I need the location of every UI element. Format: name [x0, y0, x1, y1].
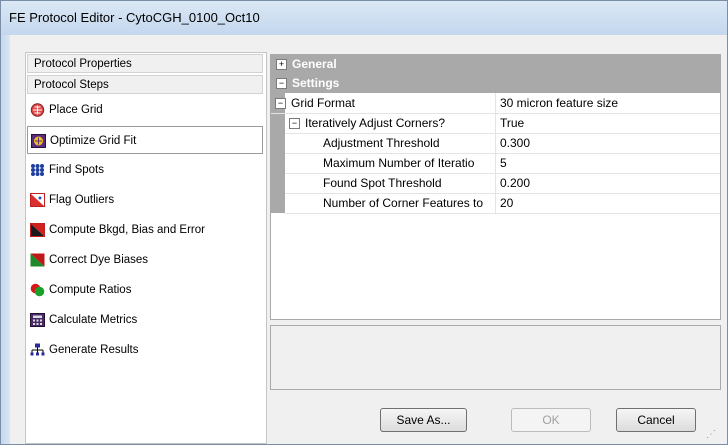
cancel-button[interactable]: Cancel: [616, 408, 696, 432]
property-name: Found Spot Threshold: [323, 176, 442, 190]
property-value[interactable]: 20: [495, 193, 721, 213]
expand-plus-icon[interactable]: +: [276, 59, 287, 71]
place-grid-icon: [30, 103, 45, 117]
correct-dye-biases-icon: [30, 253, 45, 267]
calculate-metrics-icon: [30, 313, 45, 327]
resize-grip-icon[interactable]: ⋰: [706, 429, 716, 440]
protocol-editor-window: FE Protocol Editor - CytoCGH_0100_Oct10 …: [0, 0, 728, 445]
protocol-navigation-panel: Protocol Properties Protocol Steps Place…: [25, 52, 267, 444]
client-area: Protocol Properties Protocol Steps Place…: [10, 35, 721, 444]
protocol-steps-button[interactable]: Protocol Steps: [27, 75, 263, 94]
step-label: Generate Results: [49, 344, 139, 356]
property-row-found-spot-threshold[interactable]: Found Spot Threshold 0.200: [285, 173, 720, 194]
property-name: − Grid Format: [275, 93, 355, 113]
step-label: Optimize Grid Fit: [50, 135, 137, 147]
step-label: Flag Outliers: [49, 194, 115, 206]
find-spots-icon: [31, 164, 44, 176]
title-bar[interactable]: FE Protocol Editor - CytoCGH_0100_Oct10: [1, 1, 727, 36]
generate-results-icon: [30, 343, 45, 356]
compute-ratios-icon: [30, 283, 45, 297]
window-title: FE Protocol Editor - CytoCGH_0100_Oct10: [9, 10, 260, 25]
property-name: Maximum Number of Iteratio: [323, 156, 475, 170]
step-calculate-metrics[interactable]: Calculate Metrics: [27, 306, 263, 334]
step-label: Place Grid: [49, 104, 103, 116]
property-name: Number of Corner Features to: [323, 196, 484, 210]
save-as-button[interactable]: Save As...: [380, 408, 467, 432]
property-row-adjustment-threshold[interactable]: Adjustment Threshold 0.300: [285, 133, 720, 154]
property-value[interactable]: True: [495, 113, 721, 133]
property-name: Adjustment Threshold: [323, 136, 440, 150]
step-optimize-grid-fit[interactable]: Optimize Grid Fit: [27, 126, 263, 154]
property-value[interactable]: 0.200: [495, 173, 721, 193]
category-label: General: [292, 57, 337, 71]
property-value[interactable]: 30 micron feature size: [495, 93, 721, 113]
property-value[interactable]: 0.300: [495, 133, 721, 153]
compute-bkgd-icon: [30, 223, 45, 237]
step-label: Correct Dye Biases: [49, 254, 149, 266]
collapse-minus-icon[interactable]: −: [289, 118, 300, 130]
window-frame-left: [1, 35, 10, 444]
property-grid: + General − Settings − Grid Format 30 micro…: [270, 54, 721, 320]
category-general[interactable]: + General: [271, 55, 720, 74]
property-description-pane: [270, 325, 721, 390]
step-label: Calculate Metrics: [49, 314, 138, 326]
flag-outliers-icon: [30, 193, 45, 207]
step-find-spots[interactable]: Find Spots: [27, 156, 263, 184]
step-label: Find Spots: [49, 164, 104, 176]
property-row-grid-format[interactable]: − Grid Format 30 micron feature size: [271, 93, 720, 114]
property-value[interactable]: 5: [495, 153, 721, 173]
collapse-minus-icon[interactable]: −: [276, 78, 287, 90]
step-label: Compute Bkgd, Bias and Error: [49, 224, 205, 236]
step-correct-dye-biases[interactable]: Correct Dye Biases: [27, 246, 263, 274]
step-compute-ratios[interactable]: Compute Ratios: [27, 276, 263, 304]
protocol-properties-button[interactable]: Protocol Properties: [27, 54, 263, 73]
property-row-iteratively-adjust[interactable]: − Iteratively Adjust Corners? True: [285, 113, 720, 134]
step-flag-outliers[interactable]: Flag Outliers: [27, 186, 263, 214]
step-place-grid[interactable]: Place Grid: [27, 96, 263, 124]
property-row-max-iterations[interactable]: Maximum Number of Iteratio 5: [285, 153, 720, 174]
step-label: Compute Ratios: [49, 284, 132, 296]
step-generate-results[interactable]: Generate Results: [27, 336, 263, 364]
property-name: − Iteratively Adjust Corners?: [289, 113, 445, 133]
optimize-grid-fit-icon: [31, 134, 46, 148]
property-row-corner-features[interactable]: Number of Corner Features to 20: [285, 193, 720, 214]
ok-button[interactable]: OK: [511, 408, 591, 432]
category-settings[interactable]: − Settings: [271, 74, 720, 93]
step-compute-bkgd[interactable]: Compute Bkgd, Bias and Error: [27, 216, 263, 244]
category-label: Settings: [292, 76, 340, 90]
collapse-minus-icon[interactable]: −: [275, 98, 286, 110]
